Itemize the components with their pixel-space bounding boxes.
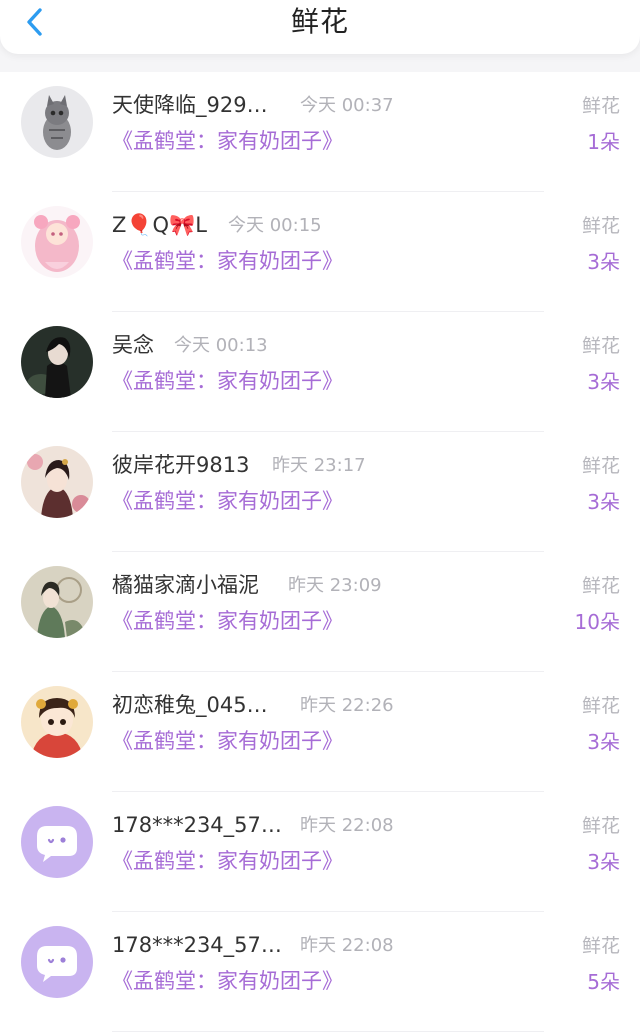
pink-anime-girl-avatar — [21, 206, 93, 278]
user-name: 橘猫家滴小福泥 — [112, 573, 259, 597]
avatar[interactable] — [21, 206, 93, 278]
avatar[interactable] — [21, 86, 93, 158]
default-chat-avatar — [21, 806, 93, 878]
list-item[interactable]: 初恋稚兔_045… 昨天 22:26 《孟鹤堂：家有奶团子》 鲜花 3朵 — [0, 672, 640, 792]
avatar[interactable] — [21, 446, 93, 518]
gift-count: 3朵 — [587, 490, 620, 514]
user-name: 吴念 — [112, 333, 154, 357]
list-item[interactable]: 天使降临_929… 今天 00:37 《孟鹤堂：家有奶团子》 鲜花 1朵 — [0, 72, 640, 192]
dark-anime-avatar — [21, 326, 93, 398]
chibi-girl-avatar — [21, 686, 93, 758]
ancient-lady-avatar — [21, 446, 93, 518]
book-title-link[interactable]: 《孟鹤堂：家有奶团子》 — [112, 846, 343, 876]
timestamp: 昨天 23:17 — [272, 455, 366, 476]
timestamp: 今天 00:13 — [174, 335, 268, 356]
top-bar: 鲜花 — [0, 0, 640, 54]
green-costume-avatar — [21, 566, 93, 638]
avatar[interactable] — [21, 806, 93, 878]
gift-count: 3朵 — [587, 250, 620, 274]
book-title-link[interactable]: 《孟鹤堂：家有奶团子》 — [112, 366, 343, 396]
timestamp: 今天 00:15 — [228, 215, 322, 236]
timestamp: 昨天 22:26 — [300, 695, 394, 716]
list-item[interactable]: 吴念 今天 00:13 《孟鹤堂：家有奶团子》 鲜花 3朵 — [0, 312, 640, 432]
user-name: 178***234_57… — [112, 813, 282, 837]
user-name: 彼岸花开9813 — [112, 453, 250, 477]
gift-type-label: 鲜花 — [581, 95, 620, 117]
user-name: 178***234_57… — [112, 933, 282, 957]
timestamp: 今天 00:37 — [300, 95, 394, 116]
default-chat-avatar — [21, 926, 93, 998]
gift-count: 3朵 — [587, 850, 620, 874]
avatar[interactable] — [21, 326, 93, 398]
gift-count: 5朵 — [587, 970, 620, 994]
avatar[interactable] — [21, 686, 93, 758]
user-name: 天使降临_929… — [112, 93, 268, 117]
book-title-link[interactable]: 《孟鹤堂：家有奶团子》 — [112, 966, 343, 996]
gift-count: 1朵 — [587, 130, 620, 154]
avatar[interactable] — [21, 566, 93, 638]
gift-type-label: 鲜花 — [581, 695, 620, 717]
gift-type-label: 鲜花 — [581, 815, 620, 837]
book-title-link[interactable]: 《孟鹤堂：家有奶团子》 — [112, 606, 343, 636]
gift-count: 3朵 — [587, 370, 620, 394]
gift-type-label: 鲜花 — [581, 335, 620, 357]
gift-type-label: 鲜花 — [581, 935, 620, 957]
gift-type-label: 鲜花 — [581, 575, 620, 597]
list-item[interactable]: 彼岸花开9813 昨天 23:17 《孟鹤堂：家有奶团子》 鲜花 3朵 — [0, 432, 640, 552]
list-item[interactable]: 178***234_57… 昨天 22:08 《孟鹤堂：家有奶团子》 鲜花 3朵 — [0, 792, 640, 912]
gift-type-label: 鲜花 — [581, 215, 620, 237]
book-title-link[interactable]: 《孟鹤堂：家有奶团子》 — [112, 126, 343, 156]
timestamp: 昨天 22:08 — [300, 935, 394, 956]
flower-gift-list: 天使降临_929… 今天 00:37 《孟鹤堂：家有奶团子》 鲜花 1朵 Z🎈Q… — [0, 72, 640, 1032]
user-name: Z🎈Q🎀L — [112, 213, 207, 237]
book-title-link[interactable]: 《孟鹤堂：家有奶团子》 — [112, 726, 343, 756]
gift-count: 10朵 — [574, 610, 620, 634]
timestamp: 昨天 22:08 — [300, 815, 394, 836]
book-title-link[interactable]: 《孟鹤堂：家有奶团子》 — [112, 246, 343, 276]
gift-type-label: 鲜花 — [581, 455, 620, 477]
avatar[interactable] — [21, 926, 93, 998]
cat-photo-avatar — [21, 86, 93, 158]
list-item[interactable]: 178***234_57… 昨天 22:08 《孟鹤堂：家有奶团子》 鲜花 5朵 — [0, 912, 640, 1032]
page-title: 鲜花 — [290, 5, 349, 38]
gift-count: 3朵 — [587, 730, 620, 754]
timestamp: 昨天 23:09 — [288, 575, 382, 596]
list-item[interactable]: 橘猫家滴小福泥 昨天 23:09 《孟鹤堂：家有奶团子》 鲜花 10朵 — [0, 552, 640, 672]
list-item[interactable]: Z🎈Q🎀L 今天 00:15 《孟鹤堂：家有奶团子》 鲜花 3朵 — [0, 192, 640, 312]
user-name: 初恋稚兔_045… — [112, 693, 268, 717]
book-title-link[interactable]: 《孟鹤堂：家有奶团子》 — [112, 486, 343, 516]
